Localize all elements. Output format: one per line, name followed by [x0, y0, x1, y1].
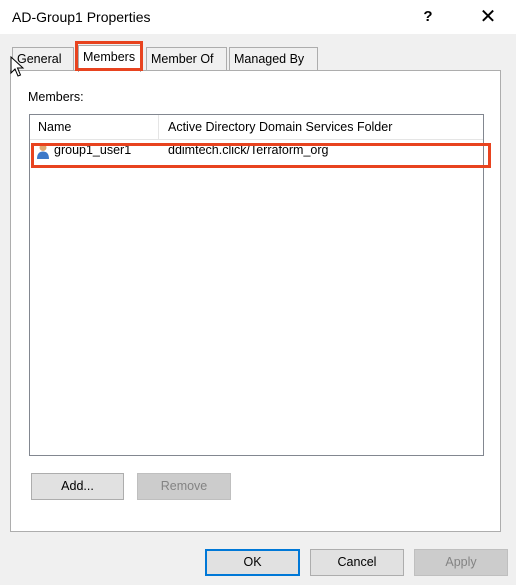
tab-managed-by-label: Managed By	[234, 52, 305, 66]
column-header-folder[interactable]: Active Directory Domain Services Folder	[168, 120, 392, 134]
cancel-button[interactable]: Cancel	[310, 549, 404, 576]
remove-button[interactable]: Remove	[137, 473, 231, 500]
tab-highlight-annotation	[75, 41, 143, 71]
column-header-name[interactable]: Name	[38, 120, 71, 134]
members-label: Members:	[28, 90, 84, 104]
tab-member-of[interactable]: Member Of	[146, 47, 227, 70]
help-button[interactable]: ?	[414, 6, 442, 28]
ok-button[interactable]: OK	[205, 549, 300, 576]
title-bar: AD-Group1 Properties ? ✕	[0, 0, 516, 34]
close-button[interactable]: ✕	[474, 4, 502, 30]
listview-header: Name Active Directory Domain Services Fo…	[30, 115, 483, 140]
row-highlight-annotation	[31, 143, 491, 168]
members-tab-panel: Members: Name Active Directory Domain Se…	[10, 70, 501, 532]
mouse-cursor-icon	[10, 56, 25, 77]
tab-member-of-label: Member Of	[151, 52, 214, 66]
column-separator[interactable]	[158, 115, 159, 139]
window-title: AD-Group1 Properties	[12, 9, 151, 25]
apply-button[interactable]: Apply	[414, 549, 508, 576]
tab-managed-by[interactable]: Managed By	[229, 47, 318, 70]
add-button[interactable]: Add...	[31, 473, 124, 500]
